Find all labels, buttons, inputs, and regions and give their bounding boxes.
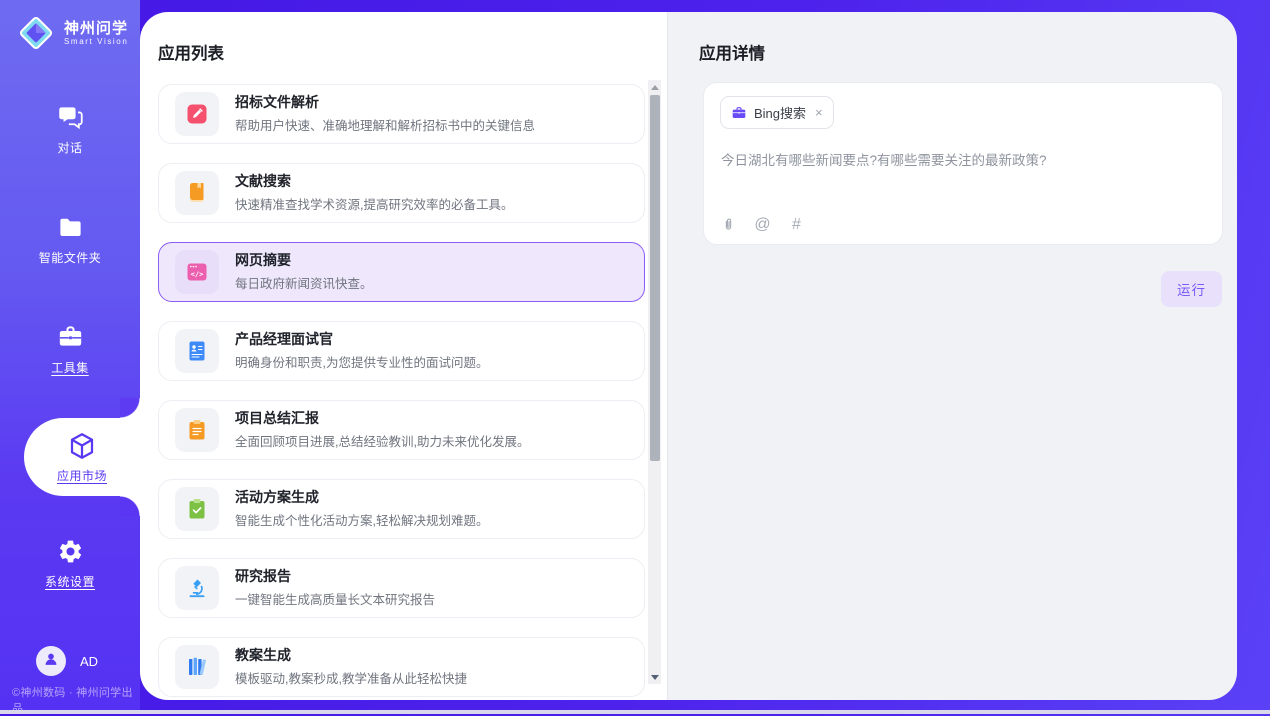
app-card-clipboard[interactable]: 项目总结汇报 全面回顾项目进展,总结经验教训,助力未来优化发展。 xyxy=(158,400,645,460)
user-initials: AD xyxy=(80,654,98,669)
books-icon xyxy=(185,655,209,679)
sidebar-item-chat[interactable]: 对话 xyxy=(0,104,140,156)
clipboard-check-icon xyxy=(185,497,209,521)
pen-square-icon xyxy=(185,102,209,126)
app-icon-tile xyxy=(175,171,219,215)
cube-icon xyxy=(67,431,97,461)
sidebar-item-gear[interactable]: 系统设置 xyxy=(0,538,140,590)
app-card-browser-code[interactable]: </> 网页摘要 每日政府新闻资讯快查。 xyxy=(158,242,645,302)
browser-code-icon: </> xyxy=(185,260,209,284)
app-list-scrollbar[interactable] xyxy=(648,80,661,684)
app-desc: 快速精准查找学术资源,提高研究效率的必备工具。 xyxy=(235,194,513,213)
app-icon-tile xyxy=(175,408,219,452)
app-title: 招标文件解析 xyxy=(235,94,535,110)
brand-subtitle: Smart Vision xyxy=(64,37,128,46)
folder-icon xyxy=(57,214,84,241)
app-desc: 智能生成个性化活动方案,轻松解决规划难题。 xyxy=(235,510,488,529)
scroll-down-arrow-icon[interactable] xyxy=(648,670,661,684)
tool-tag-bing-search[interactable]: Bing搜索 × xyxy=(720,96,834,129)
app-title: 网页摘要 xyxy=(235,252,373,268)
app-icon-tile xyxy=(175,329,219,373)
app-title: 教案生成 xyxy=(235,647,467,663)
query-text: 今日湖北有哪些新闻要点?有哪些需要关注的最新政策? xyxy=(721,151,1206,171)
app-detail-title: 应用详情 xyxy=(699,40,765,64)
app-card-books[interactable]: 教案生成 模板驱动,教案秒成,教学准备从此轻松快捷 xyxy=(158,637,645,697)
resume-icon xyxy=(185,339,209,363)
book-icon xyxy=(185,181,209,205)
paperclip-icon[interactable] xyxy=(720,216,737,233)
hash-icon[interactable]: # xyxy=(788,216,805,233)
brand: 神州问学 Smart Vision xyxy=(16,13,128,53)
app-list-title: 应用列表 xyxy=(158,40,224,64)
app-icon-tile xyxy=(175,645,219,689)
chat-icon xyxy=(57,104,84,131)
toolbox-icon xyxy=(57,324,84,351)
app-icon-tile xyxy=(175,487,219,531)
app-title: 项目总结汇报 xyxy=(235,410,529,426)
app-card-pen-square[interactable]: 招标文件解析 帮助用户快速、准确地理解和解析招标书中的关键信息 xyxy=(158,84,645,144)
app-card-clipboard-check[interactable]: 活动方案生成 智能生成个性化活动方案,轻松解决规划难题。 xyxy=(158,479,645,539)
app-card-book[interactable]: 文献搜索 快速精准查找学术资源,提高研究效率的必备工具。 xyxy=(158,163,645,223)
brand-name: 神州问学 xyxy=(64,20,128,37)
app-detail-panel: 应用详情 Bing搜索 × 今日湖北有哪些新闻要点?有哪些需要关注的最新政策? … xyxy=(667,12,1237,700)
app-list-panel: 应用列表 招标文件解析 帮助用户快速、准确地理解和解析招标书中的关键信息 文献搜… xyxy=(140,12,667,700)
at-icon[interactable]: @ xyxy=(754,216,771,233)
app-title: 活动方案生成 xyxy=(235,489,488,505)
app-desc: 全面回顾项目进展,总结经验教训,助力未来优化发展。 xyxy=(235,431,529,450)
scrollbar-thumb[interactable] xyxy=(650,95,660,461)
app-desc: 一键智能生成高质量长文本研究报告 xyxy=(235,589,435,608)
bottom-edge xyxy=(0,710,1270,714)
sidebar: 神州问学 Smart Vision 对话 智能文件夹 工具集 系统设置 应用市场… xyxy=(0,0,140,710)
app-desc: 模板驱动,教案秒成,教学准备从此轻松快捷 xyxy=(235,668,467,687)
user-account[interactable]: AD xyxy=(36,646,98,676)
attachment-toolbar: @# xyxy=(720,216,805,233)
app-list: 招标文件解析 帮助用户快速、准确地理解和解析招标书中的关键信息 文献搜索 快速精… xyxy=(158,84,647,700)
app-title: 研究报告 xyxy=(235,568,435,584)
app-icon-tile: </> xyxy=(175,250,219,294)
app-desc: 每日政府新闻资讯快查。 xyxy=(235,273,373,292)
app-title: 文献搜索 xyxy=(235,173,513,189)
tag-close-icon[interactable]: × xyxy=(815,106,823,119)
user-avatar xyxy=(36,646,66,676)
app-icon-tile xyxy=(175,566,219,610)
app-card-microscope[interactable]: 研究报告 一键智能生成高质量长文本研究报告 xyxy=(158,558,645,618)
svg-text:</>: </> xyxy=(191,271,204,279)
microscope-icon xyxy=(185,576,209,600)
app-icon-tile xyxy=(175,92,219,136)
sidebar-item-toolbox[interactable]: 工具集 xyxy=(0,324,140,376)
run-button[interactable]: 运行 xyxy=(1161,271,1222,307)
sidebar-item-cube[interactable]: 应用市场 xyxy=(24,418,140,496)
clipboard-icon xyxy=(185,418,209,442)
prompt-card: Bing搜索 × 今日湖北有哪些新闻要点?有哪些需要关注的最新政策? @# xyxy=(703,82,1223,245)
logo-diamond-icon xyxy=(16,13,56,53)
app-title: 产品经理面试官 xyxy=(235,331,488,347)
app-desc: 明确身份和职责,为您提供专业性的面试问题。 xyxy=(235,352,488,371)
sidebar-item-folder[interactable]: 智能文件夹 xyxy=(0,214,140,266)
active-nav-bubble: 应用市场 xyxy=(24,418,140,496)
tool-tag-label: Bing搜索 xyxy=(754,103,806,122)
scroll-up-arrow-icon[interactable] xyxy=(648,80,661,94)
gear-icon xyxy=(57,538,84,565)
person-icon xyxy=(41,649,61,674)
briefcase-icon xyxy=(731,105,747,121)
app-card-resume[interactable]: 产品经理面试官 明确身份和职责,为您提供专业性的面试问题。 xyxy=(158,321,645,381)
app-desc: 帮助用户快速、准确地理解和解析招标书中的关键信息 xyxy=(235,115,535,134)
